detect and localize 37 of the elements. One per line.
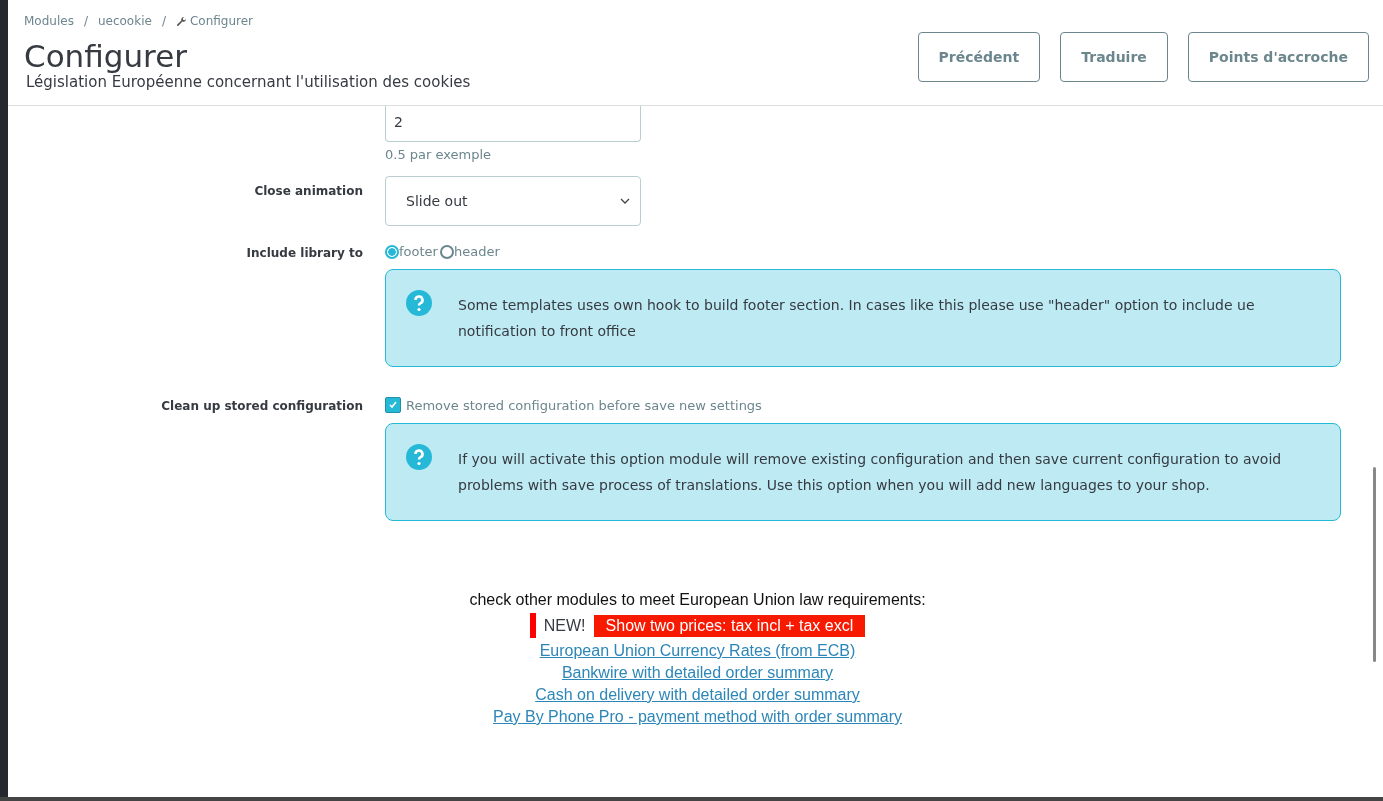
- scrollbar-thumb[interactable]: [1373, 467, 1376, 662]
- new-label: NEW!: [543, 616, 586, 635]
- page-subtitle: Législation Européenne concernant l'utilisation des cookies: [26, 73, 471, 91]
- module-link[interactable]: Pay By Phone Pro - payment method with order summary: [492, 708, 903, 726]
- radio-button[interactable]: [439, 244, 454, 259]
- toolbar-button[interactable]: Précédent: [917, 32, 1041, 82]
- breadcrumb-separator: /: [83, 14, 88, 28]
- module-link[interactable]: Cash on delivery with detailed order summary: [535, 686, 860, 704]
- field-label: Include library to: [246, 246, 363, 260]
- toolbar-button[interactable]: Points d'accroche: [1187, 32, 1369, 82]
- toolbar-button[interactable]: Traduire: [1060, 32, 1168, 82]
- radio-label: footer: [399, 244, 438, 259]
- breadcrumb-link[interactable]: Modules: [24, 14, 74, 28]
- accent-bar: [529, 613, 536, 638]
- question-icon: [406, 290, 432, 316]
- breadcrumb-link[interactable]: uecookie: [97, 14, 152, 28]
- checkbox[interactable]: [385, 397, 401, 413]
- checkbox-label: Remove stored configuration before save new settings: [406, 397, 762, 413]
- module-link[interactable]: European Union Currency Rates (from ECB): [539, 642, 856, 660]
- info-text: Some templates uses own hook to build footer section. In cases like this please use "header" option to include ue notification to front office: [458, 296, 1256, 341]
- breadcrumb-separator: /: [161, 14, 166, 28]
- module-link[interactable]: Bankwire with detailed order summary: [561, 664, 834, 682]
- check-icon: [388, 400, 398, 410]
- promo-intro: check other modules to meet European Union law requirements:: [469, 591, 926, 609]
- question-icon: [406, 444, 432, 470]
- field-label: Close animation: [254, 184, 363, 198]
- radio-button[interactable]: [385, 244, 399, 259]
- field-label: Clean up stored configuration: [161, 399, 363, 413]
- chevron-down-icon: [620, 198, 630, 204]
- breadcrumb-link[interactable]: Configurer: [189, 14, 253, 28]
- promo-link[interactable]: Show two prices: tax incl + tax excl: [593, 614, 866, 637]
- info-text: If you will activate this option module will remove existing configuration and then save current configuration to avoid problems with save process of translations. Use this option when you will add new languages to your shop.: [458, 450, 1283, 495]
- page-title: Configurer: [24, 38, 187, 74]
- select-field[interactable]: Slide out: [385, 176, 641, 226]
- help-text: 0.5 par exemple: [385, 147, 493, 162]
- input-field[interactable]: 2: [385, 106, 641, 142]
- radio-label: header: [453, 244, 500, 259]
